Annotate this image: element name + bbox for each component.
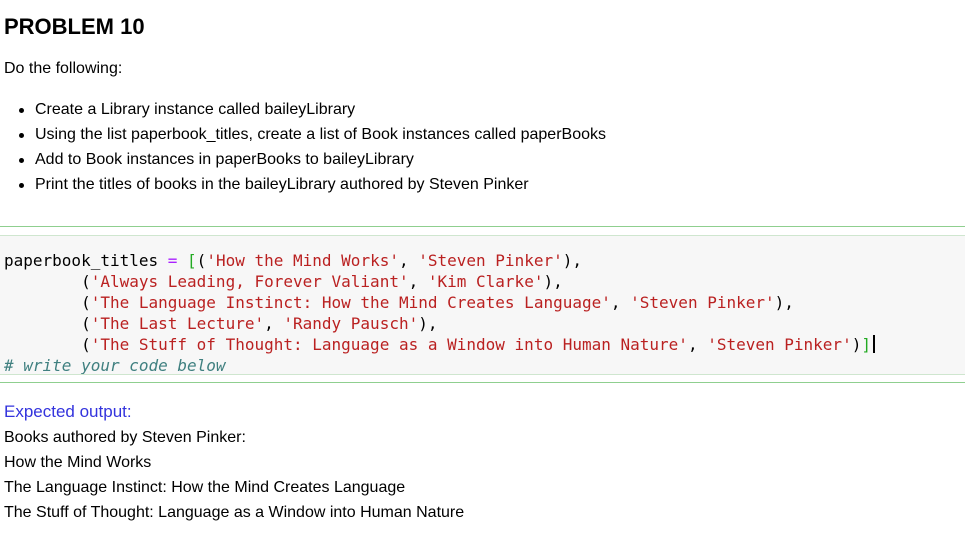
code-book-author: 'Steven Pinker': [630, 293, 775, 312]
text-cursor: [872, 335, 875, 353]
code-close-bracket: ]: [861, 335, 871, 354]
code-book-author: 'Randy Pausch': [283, 314, 419, 333]
code-open-bracket: [: [187, 251, 197, 270]
code-comment: # write your code below: [4, 356, 226, 375]
task-item: Add to Book instances in paperBooks to b…: [0, 150, 606, 175]
task-list: Create a Library instance called baileyL…: [0, 100, 606, 200]
task-item: Print the titles of books in the baileyL…: [0, 175, 606, 200]
code-assign: =: [158, 251, 188, 270]
code-book-author: 'Steven Pinker': [707, 335, 852, 354]
code-book-title: 'How the Mind Works': [206, 251, 399, 270]
code-book-title: 'The Stuff of Thought: Language as a Win…: [90, 335, 688, 354]
problem-intro: Do the following:: [4, 60, 123, 77]
code-book-title: 'The Language Instinct: How the Mind Cre…: [90, 293, 611, 312]
expected-output-label: Expected output:: [4, 402, 132, 421]
task-item: Using the list paperbook_titles, create …: [0, 125, 606, 150]
code-text[interactable]: paperbook_titles = [('How the Mind Works…: [4, 250, 875, 376]
code-editor[interactable]: paperbook_titles = [('How the Mind Works…: [0, 236, 965, 376]
expected-output-line: How the Mind Works: [4, 454, 152, 471]
expected-output-line: Books authored by Steven Pinker:: [4, 429, 246, 446]
code-book-title: 'The Last Lecture': [90, 314, 265, 333]
expected-output-line: The Stuff of Thought: Language as a Wind…: [4, 504, 465, 521]
cell-border-inner-bottom: [0, 374, 965, 375]
task-item: Create a Library instance called baileyL…: [0, 100, 606, 125]
cell-border-bottom: [0, 382, 965, 383]
code-var-name: paperbook_titles: [4, 251, 159, 270]
code-cell[interactable]: paperbook_titles = [('How the Mind Works…: [0, 226, 965, 383]
expected-output-line: The Language Instinct: How the Mind Crea…: [4, 479, 406, 496]
code-book-author: 'Kim Clarke': [427, 272, 544, 291]
cell-border-top: [0, 226, 965, 227]
code-book-title: 'Always Leading, Forever Valiant': [90, 272, 409, 291]
problem-title: PROBLEM 10: [4, 14, 145, 39]
code-book-author: 'Steven Pinker': [418, 251, 563, 270]
